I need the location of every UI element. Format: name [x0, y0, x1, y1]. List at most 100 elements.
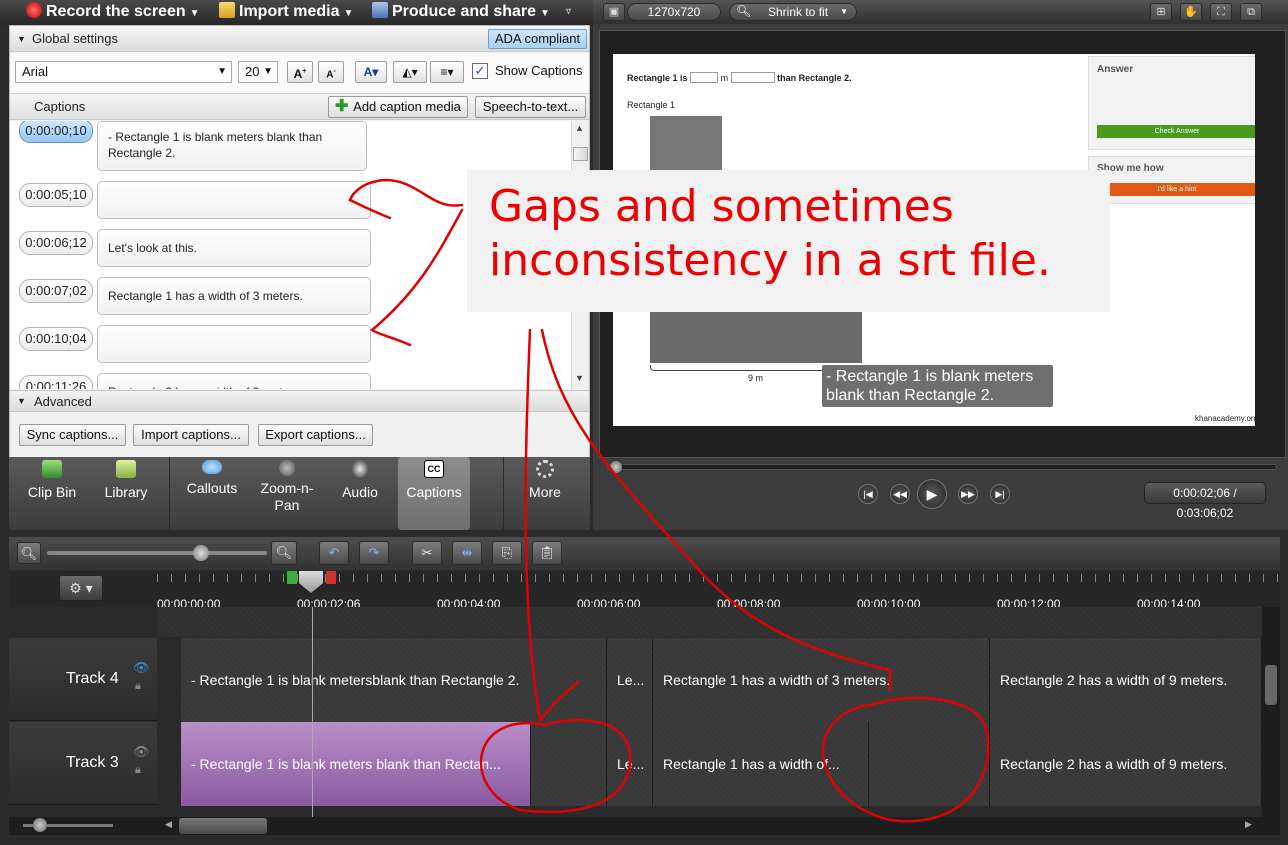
zoom-out-icon[interactable]: 🔍︎ [17, 542, 41, 564]
export-captions-button[interactable]: Export captions... [258, 424, 373, 446]
skip-forward-icon[interactable]: ▶| [990, 484, 1010, 504]
advanced-header[interactable]: ▼ Advanced [10, 390, 589, 412]
track-vscroll[interactable] [1262, 607, 1280, 817]
playhead-handle[interactable] [287, 571, 337, 593]
split-icon[interactable]: ⇹ [452, 541, 482, 565]
zoom-in-icon[interactable]: 🔍︎ [271, 541, 297, 565]
caption-text[interactable]: Rectangle 2 has a width of 9 meters. [97, 373, 371, 389]
in-marker[interactable] [287, 571, 297, 584]
caption-clip[interactable]: Rectangle 1 has a width of... [653, 722, 869, 806]
playhead-thumb[interactable] [299, 571, 323, 593]
caption-item[interactable]: 0:00:00;10 - Rectangle 1 is blank meters… [10, 121, 571, 171]
fill-color-icon[interactable]: ◭▾ [393, 61, 427, 83]
collapse-triangle-icon[interactable]: ▼ [17, 391, 26, 412]
scroll-thumb[interactable] [1265, 665, 1277, 705]
ada-compliant-button[interactable]: ADA compliant [488, 29, 587, 49]
hand-pan-icon[interactable]: ✋ [1180, 3, 1202, 21]
caption-clip[interactable]: Rectangle 2 has a width of 9 meters. [990, 638, 1262, 722]
skip-back-icon[interactable]: |◀ [858, 484, 878, 504]
track-height-thumb[interactable] [33, 818, 47, 832]
lock-icon[interactable]: 🔒︎ [135, 764, 141, 777]
caption-text[interactable]: Let's look at this. [97, 229, 371, 267]
visibility-icon[interactable]: 👁︎ [133, 744, 150, 760]
caption-text[interactable]: Rectangle 1 has a width of 3 meters. [97, 277, 371, 315]
hscroll-thumb[interactable] [179, 818, 267, 834]
track-4-header[interactable]: Track 4 👁︎ 🔒︎ [9, 638, 157, 721]
caption-clip[interactable]: Rectangle 1 has a width of 3 meters. [653, 638, 990, 722]
caption-text[interactable] [97, 325, 371, 363]
collapse-triangle-icon[interactable]: ▼ [17, 26, 26, 52]
lock-icon[interactable]: 🔒︎ [135, 680, 141, 693]
caption-clip[interactable]: - Rectangle 1 is blank metersblank than … [181, 638, 607, 722]
scroll-down-icon[interactable]: ▼ [575, 373, 584, 383]
tab-captions[interactable]: CC Captions [398, 457, 470, 530]
timeline-hscroll[interactable]: ◀ ▶ [9, 817, 1280, 835]
scroll-left-icon[interactable]: ◀ [165, 819, 172, 830]
caption-clip[interactable]: Rectangle 2 has a width of 9 meters. [990, 722, 1262, 806]
caption-clip[interactable]: Le... [607, 638, 653, 722]
rewind-icon[interactable]: ◀◀ [890, 484, 910, 504]
track-height-slider[interactable] [23, 818, 113, 832]
caption-timestamp[interactable]: 0:00:06;12 [19, 231, 93, 255]
scroll-thumb[interactable] [573, 147, 588, 161]
redo-icon[interactable]: ↷ [359, 541, 389, 565]
caption-gap[interactable] [531, 722, 607, 806]
crop-icon[interactable]: ⊞ [1150, 3, 1172, 21]
import-media-button[interactable]: Import media ▼ [219, 2, 353, 22]
overflow-icon[interactable]: ▿ [566, 2, 571, 22]
resolution-display[interactable]: 1270x720 [627, 3, 721, 21]
tab-callouts[interactable]: Callouts [177, 457, 247, 530]
tab-zoom-n-pan[interactable]: Zoom-n- Pan [252, 457, 322, 530]
tab-audio[interactable]: Audio [327, 457, 393, 530]
caption-clip[interactable]: Le... [607, 722, 653, 806]
settings-gear-button[interactable]: ⚙ ▾ [59, 575, 103, 601]
undo-icon[interactable]: ↶ [319, 541, 349, 565]
track-3-header[interactable]: Track 3 👁︎ 🔒︎ [9, 722, 157, 805]
font-size-select[interactable]: 20 ▼ [238, 61, 278, 83]
caption-text[interactable]: - Rectangle 1 is blank meters blank than… [97, 121, 367, 171]
font-family-select[interactable]: Arial ▼ [15, 61, 232, 83]
paste-icon[interactable]: 📋︎ [532, 541, 562, 565]
play-icon[interactable]: ▶ [917, 479, 947, 509]
import-captions-button[interactable]: Import captions... [133, 424, 249, 446]
detach-window-icon[interactable]: ⧉ [1240, 3, 1262, 21]
zoom-select[interactable]: 🔍︎ Shrink to fit ▼ [729, 3, 857, 21]
tab-clip-bin[interactable]: Clip Bin [17, 457, 87, 530]
produce-share-button[interactable]: Produce and share ▼ [372, 2, 550, 22]
zoom-slider-thumb[interactable] [193, 545, 209, 561]
fast-forward-icon[interactable]: ▶▶ [958, 484, 978, 504]
timeline-zoom-slider[interactable] [47, 545, 267, 561]
timeline-ruler[interactable]: ⚙ ▾ 00:00:00;00 00:00:02;06 00:00:04;00 … [9, 571, 1280, 611]
out-marker[interactable] [326, 571, 336, 584]
font-color-icon[interactable]: A▾ [355, 61, 387, 83]
caption-timestamp[interactable]: 0:00:11;26 [19, 375, 93, 389]
playback-scrubber[interactable] [607, 461, 1277, 473]
scroll-up-icon[interactable]: ▲ [575, 123, 584, 133]
alignment-icon[interactable]: ≡▾ [430, 61, 464, 83]
sync-captions-button[interactable]: Sync captions... [19, 424, 126, 446]
dimensions-icon[interactable]: ▣ [603, 3, 625, 21]
caption-gap[interactable] [869, 722, 990, 806]
copy-icon[interactable]: ⎘ [492, 541, 522, 565]
caption-timestamp[interactable]: 0:00:05;10 [19, 183, 93, 207]
fit-screen-icon[interactable]: ⛶ [1210, 3, 1232, 21]
caption-text[interactable] [97, 181, 371, 219]
caption-item[interactable]: 0:00:11;26 Rectangle 2 has a width of 9 … [10, 373, 571, 389]
caption-item[interactable]: 0:00:10;04 [10, 325, 571, 373]
caption-timestamp[interactable]: 0:00:10;04 [19, 327, 93, 351]
visibility-icon[interactable]: 👁︎ [133, 660, 150, 676]
show-captions-checkbox[interactable]: ✓ [472, 63, 488, 79]
caption-timestamp[interactable]: 0:00:07;02 [19, 279, 93, 303]
add-caption-media-button[interactable]: ✚ Add caption media [328, 96, 468, 118]
tab-library[interactable]: Library [93, 457, 159, 530]
increase-font-icon[interactable]: A+ [287, 61, 313, 83]
caption-clip[interactable]: - Rectangle 1 is blank meters blank than… [181, 722, 531, 806]
decrease-font-icon[interactable]: A- [318, 61, 344, 83]
speech-to-text-button[interactable]: Speech-to-text... [475, 96, 586, 118]
tab-more[interactable]: More [512, 457, 578, 530]
record-button[interactable]: Record the screen ▼ [26, 2, 200, 22]
caption-timestamp[interactable]: 0:00:00;10 [19, 121, 93, 143]
cut-icon[interactable]: ✂ [412, 541, 442, 565]
global-settings-header[interactable]: ▼ Global settings ADA compliant [10, 26, 589, 52]
scroll-right-icon[interactable]: ▶ [1245, 819, 1252, 830]
